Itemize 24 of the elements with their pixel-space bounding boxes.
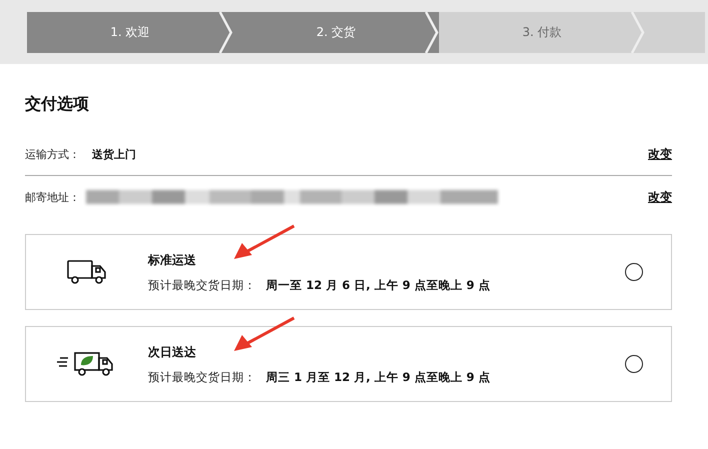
progress-step	[645, 12, 705, 52]
delivery-option-card[interactable]: 次日送达 预计最晚交货日期： 周三 1 月至 12 月, 上午 9 点至晚上 9 点	[25, 326, 672, 402]
radio-button[interactable]	[625, 263, 643, 281]
change-link[interactable]: 改变	[648, 188, 672, 206]
radio-button[interactable]	[625, 355, 643, 373]
chevron-separator-icon	[425, 12, 439, 52]
truck-icon	[66, 259, 108, 285]
delivery-date: 周一至 12 月 6 日, 上午 9 点至晚上 9 点	[266, 278, 490, 292]
delivery-option-card[interactable]: 标准运送 预计最晚交货日期： 周一至 12 月 6 日, 上午 9 点至晚上 9 点	[25, 234, 672, 310]
field-label: 运输方式：	[25, 146, 80, 162]
chevron-separator-icon	[219, 12, 233, 52]
date-label: 预计最晚交货日期：	[148, 370, 256, 384]
chevron-separator-icon	[631, 12, 645, 52]
date-label: 预计最晚交货日期：	[148, 278, 256, 292]
progress-step[interactable]: 2. 交货	[233, 12, 439, 52]
field-label: 邮寄地址：	[25, 190, 80, 204]
progress-step[interactable]: 1. 欢迎	[27, 12, 233, 52]
progress-step[interactable]: 3. 付款	[439, 12, 645, 52]
field-value: 送货上门	[92, 146, 136, 162]
option-name: 次日送达	[148, 344, 197, 360]
change-link[interactable]: 改变	[648, 146, 672, 162]
option-name: 标准运送	[148, 252, 197, 268]
delivery-date: 周三 1 月至 12 月, 上午 9 点至晚上 9 点	[266, 370, 490, 384]
page-title: 交付选项	[25, 94, 90, 115]
